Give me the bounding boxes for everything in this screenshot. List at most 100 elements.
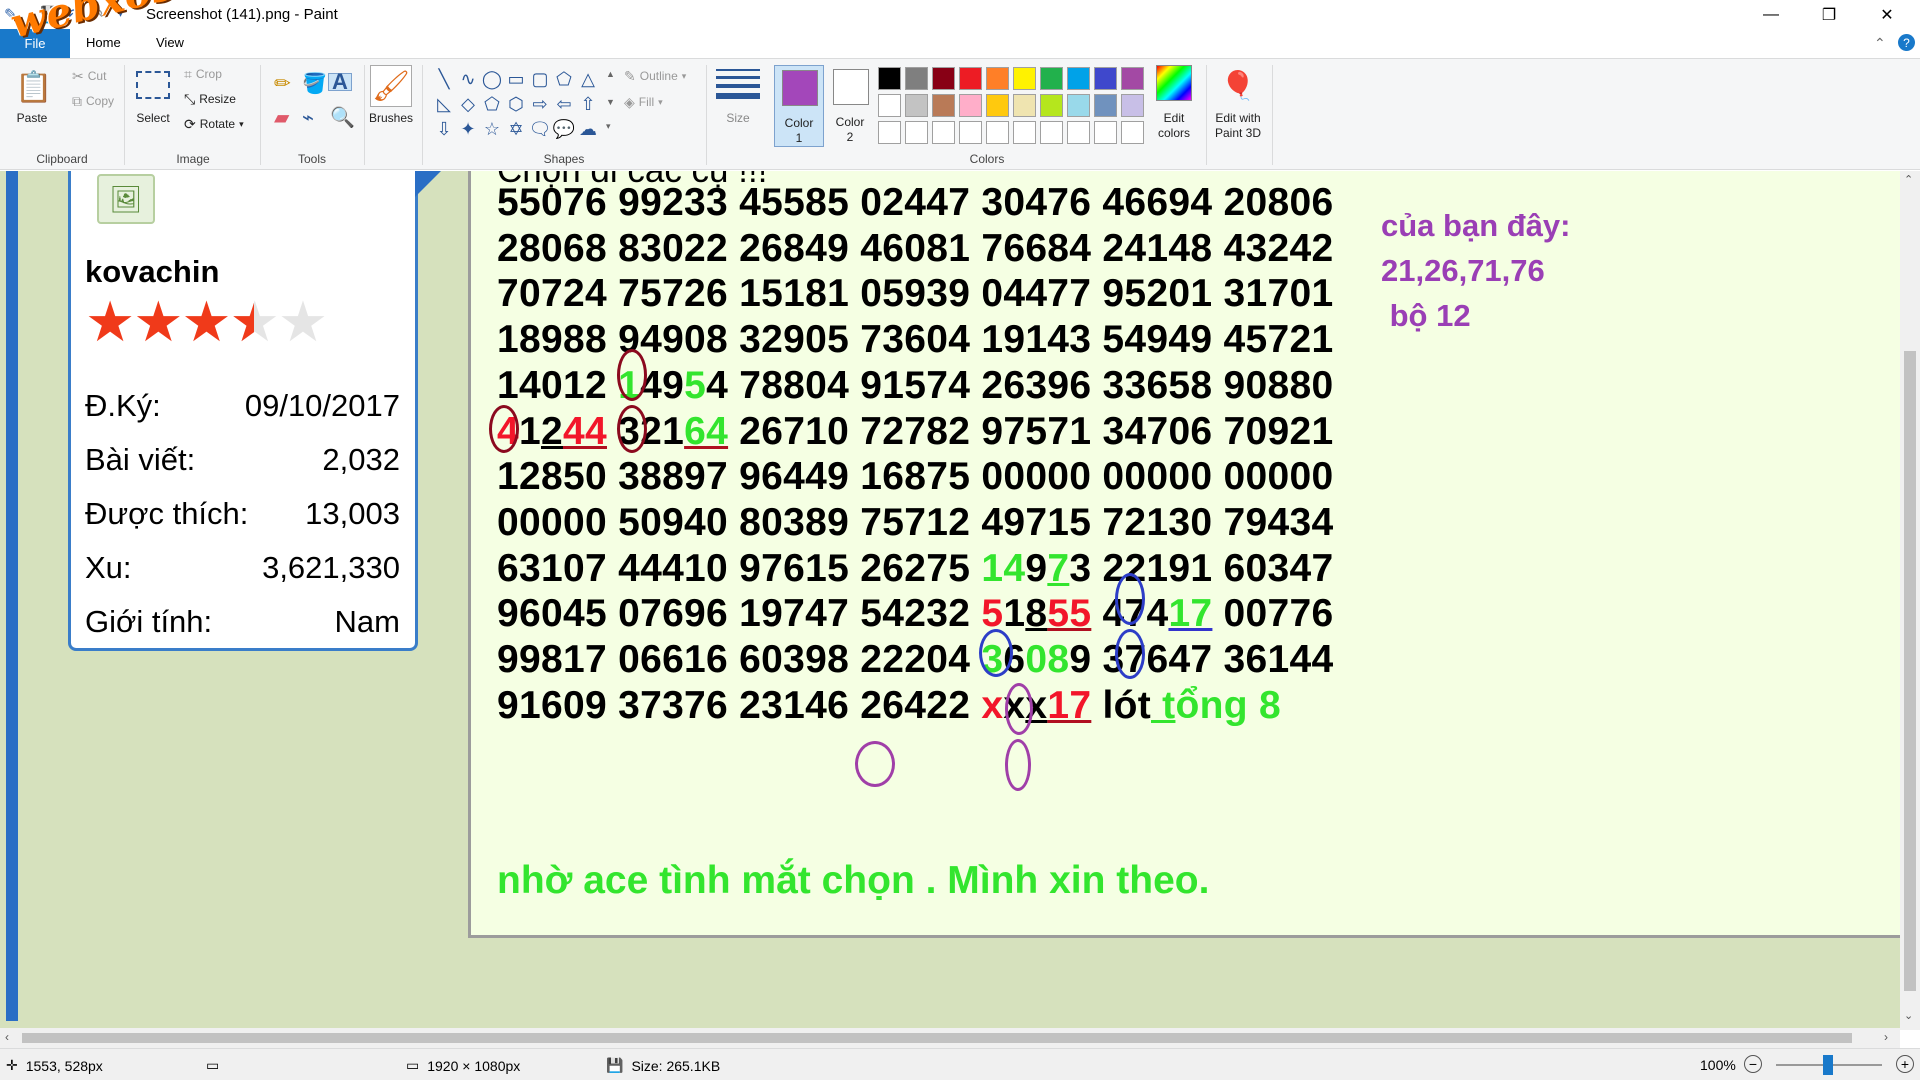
pencil-icon[interactable]: ✏	[274, 74, 291, 94]
select-button[interactable]: Select	[130, 111, 176, 126]
palette-swatch[interactable]	[878, 121, 901, 144]
palette-swatch[interactable]	[1094, 121, 1117, 144]
horizontal-scroll-thumb[interactable]	[22, 1033, 1852, 1043]
palette-swatch[interactable]	[1094, 94, 1117, 117]
scroll-right-icon[interactable]: ›	[1884, 1030, 1888, 1044]
pentagon-shape-icon[interactable]: ⬠	[480, 92, 504, 117]
rounded-rectangle-shape-icon[interactable]: ▢	[528, 67, 552, 92]
triangle-shape-icon[interactable]: △	[576, 67, 600, 92]
fill-bucket-icon[interactable]: 🪣	[302, 74, 327, 94]
down-arrow-shape-icon[interactable]: ⇩	[432, 117, 456, 142]
scroll-left-icon[interactable]: ‹	[5, 1030, 9, 1044]
palette-swatch[interactable]	[878, 67, 901, 90]
color-picker-icon[interactable]: ⌁	[302, 108, 314, 128]
horizontal-scrollbar[interactable]: ‹ ›	[0, 1028, 1900, 1048]
collapse-ribbon-icon[interactable]: ⌃	[1874, 35, 1886, 52]
vertical-scrollbar[interactable]: ⌃ ⌄	[1900, 171, 1920, 1030]
paint3d-label-bottom[interactable]: Paint 3D	[1208, 126, 1268, 141]
palette-swatch[interactable]	[1067, 121, 1090, 144]
magnifier-icon[interactable]: 🔍	[330, 108, 355, 128]
resize-button[interactable]: ⤡ Resize	[184, 92, 236, 106]
eraser-icon[interactable]: ▰	[274, 108, 289, 128]
edit-colors-icon[interactable]	[1156, 65, 1192, 101]
four-point-star-shape-icon[interactable]: ✦	[456, 117, 480, 142]
palette-swatch[interactable]	[959, 67, 982, 90]
oval-shape-icon[interactable]: ◯	[480, 67, 504, 92]
palette-swatch[interactable]	[932, 121, 955, 144]
palette-swatch[interactable]	[1013, 94, 1036, 117]
six-point-star-shape-icon[interactable]: ✡	[504, 117, 528, 142]
help-icon[interactable]: ?	[1898, 34, 1915, 51]
palette-swatch[interactable]	[986, 67, 1009, 90]
text-tool-icon[interactable]: A	[328, 71, 352, 93]
zoom-slider-thumb[interactable]	[1823, 1055, 1833, 1075]
fill-button[interactable]: ◈ Fill ▾	[624, 95, 663, 109]
color-palette[interactable]	[876, 65, 1146, 146]
up-arrow-shape-icon[interactable]: ⇧	[576, 92, 600, 117]
shapes-gallery[interactable]: ╲ ∿ ◯ ▭ ▢ ⬠ △ ◺ ◇ ⬠ ⬡ ⇨ ⇦ ⇧ ⇩ ✦ ☆ ✡ 🗨 💬 ☁	[432, 67, 607, 142]
paint3d-icon[interactable]: 🎈	[1218, 65, 1258, 105]
maximize-button[interactable]: ❐	[1800, 0, 1858, 29]
cut-button[interactable]: ✂ Cut	[72, 69, 106, 83]
scroll-down-icon[interactable]: ⌄	[1904, 1009, 1913, 1022]
palette-swatch[interactable]	[959, 121, 982, 144]
shapes-scroll-up-icon[interactable]: ▲	[606, 69, 615, 79]
rectangle-shape-icon[interactable]: ▭	[504, 67, 528, 92]
cloud-callout-shape-icon[interactable]: ☁	[576, 117, 600, 142]
canvas-workspace[interactable]: 🖼 kovachin ★★★★★★ Đ.Ký:09/10/2017 Bài vi…	[0, 171, 1900, 1030]
scroll-up-icon[interactable]: ⌃	[1904, 173, 1913, 186]
redo-icon[interactable]: ↷	[92, 0, 105, 29]
palette-swatch[interactable]	[1013, 67, 1036, 90]
curve-shape-icon[interactable]: ∿	[456, 67, 480, 92]
callout-oval-shape-icon[interactable]: 💬	[552, 117, 576, 142]
crop-button[interactable]: ⌗ Crop	[184, 67, 222, 81]
zoom-out-icon[interactable]: −	[1744, 1055, 1762, 1073]
customize-qat-icon[interactable]: ▾	[118, 0, 123, 29]
paste-icon[interactable]: 📋	[14, 65, 54, 109]
edit-colors-label-top[interactable]: Edit	[1148, 111, 1200, 126]
color1-selector[interactable]: Color 1	[774, 65, 824, 147]
palette-swatch[interactable]	[1040, 67, 1063, 90]
undo-icon[interactable]: ↶	[66, 0, 79, 29]
hexagon-shape-icon[interactable]: ⬡	[504, 92, 528, 117]
palette-swatch[interactable]	[932, 67, 955, 90]
callout-rect-shape-icon[interactable]: 🗨	[528, 117, 552, 142]
palette-swatch[interactable]	[1067, 67, 1090, 90]
shapes-scroll-down-icon[interactable]: ▼	[606, 97, 615, 107]
diamond-shape-icon[interactable]: ◇	[456, 92, 480, 117]
palette-swatch[interactable]	[1094, 67, 1117, 90]
palette-swatch[interactable]	[986, 121, 1009, 144]
zoom-in-icon[interactable]: +	[1896, 1055, 1914, 1073]
vertical-scroll-thumb[interactable]	[1904, 351, 1916, 991]
palette-swatch[interactable]	[1040, 121, 1063, 144]
palette-swatch[interactable]	[1121, 121, 1144, 144]
left-arrow-shape-icon[interactable]: ⇦	[552, 92, 576, 117]
tab-file[interactable]: File	[0, 29, 70, 58]
copy-button[interactable]: ⧉ Copy	[72, 94, 114, 108]
shapes-more-icon[interactable]: ▾	[606, 121, 611, 132]
rotate-button[interactable]: ⟳ Rotate ▾	[184, 117, 244, 131]
color2-selector[interactable]: Color 2	[826, 65, 876, 147]
tab-home[interactable]: Home	[86, 35, 121, 50]
palette-swatch[interactable]	[1121, 67, 1144, 90]
palette-swatch[interactable]	[905, 94, 928, 117]
size-button[interactable]: Size	[714, 111, 762, 126]
polygon-shape-icon[interactable]: ⬠	[552, 67, 576, 92]
palette-swatch[interactable]	[1121, 94, 1144, 117]
paste-button[interactable]: Paste	[10, 111, 54, 126]
palette-swatch[interactable]	[1067, 94, 1090, 117]
line-shape-icon[interactable]: ╲	[432, 67, 456, 92]
right-triangle-shape-icon[interactable]: ◺	[432, 92, 456, 117]
brushes-button[interactable]: Brushes	[364, 111, 418, 126]
five-point-star-shape-icon[interactable]: ☆	[480, 117, 504, 142]
minimize-button[interactable]: —	[1742, 0, 1800, 29]
palette-swatch[interactable]	[932, 94, 955, 117]
palette-swatch[interactable]	[905, 121, 928, 144]
palette-swatch[interactable]	[1040, 94, 1063, 117]
outline-button[interactable]: ✎ Outline ▾	[624, 69, 686, 83]
paint3d-label-top[interactable]: Edit with	[1208, 111, 1268, 126]
palette-swatch[interactable]	[986, 94, 1009, 117]
palette-swatch[interactable]	[905, 67, 928, 90]
select-icon[interactable]	[134, 67, 172, 103]
size-icon[interactable]	[716, 69, 760, 99]
